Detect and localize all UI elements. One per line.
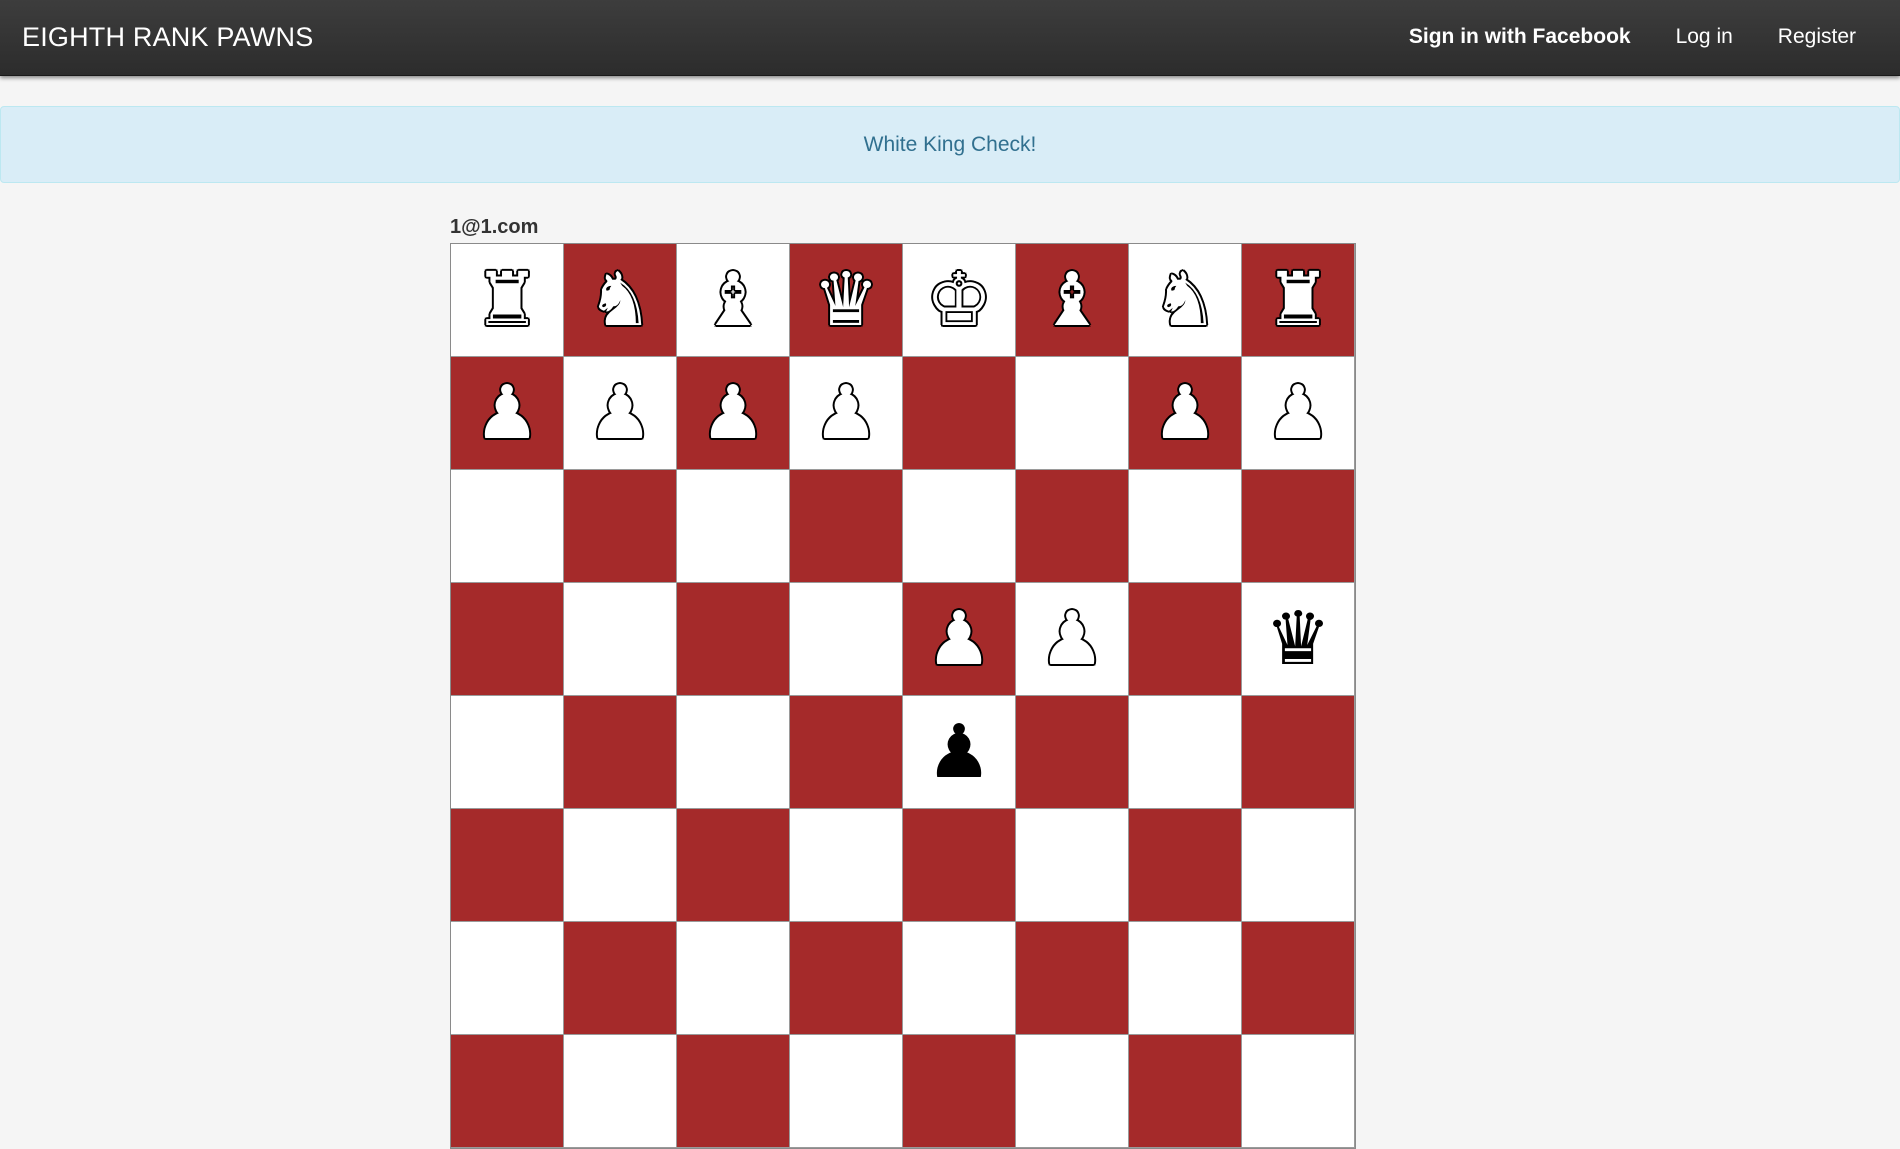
board-square[interactable]	[677, 470, 790, 583]
board-square[interactable]	[1242, 1035, 1355, 1148]
white-rook-piece[interactable]: ♜	[474, 263, 540, 337]
board-square[interactable]	[903, 1035, 1016, 1148]
board-square[interactable]: ♛	[790, 244, 903, 357]
white-bishop-piece[interactable]: ♝	[1039, 263, 1105, 337]
white-pawn-piece[interactable]: ♟	[1152, 376, 1218, 450]
board-square[interactable]	[903, 357, 1016, 470]
white-knight-piece[interactable]: ♞	[1152, 263, 1218, 337]
board-square[interactable]	[1016, 922, 1129, 1035]
white-knight-piece[interactable]: ♞	[587, 263, 653, 337]
brand-link[interactable]: EIGHTH RANK PAWNS	[22, 22, 313, 53]
board-square[interactable]	[1016, 809, 1129, 922]
board-square[interactable]	[564, 922, 677, 1035]
board-square[interactable]	[677, 583, 790, 696]
board-square[interactable]: ♟	[903, 696, 1016, 809]
board-square[interactable]	[564, 1035, 677, 1148]
board-square[interactable]	[1242, 922, 1355, 1035]
board-square[interactable]	[564, 470, 677, 583]
alert-message: White King Check!	[863, 132, 1037, 156]
board-square[interactable]	[1129, 1035, 1242, 1148]
board-square[interactable]	[451, 1035, 564, 1148]
board-square[interactable]: ♟	[677, 357, 790, 470]
board-square[interactable]: ♟	[1242, 357, 1355, 470]
board-square[interactable]	[903, 922, 1016, 1035]
login-link[interactable]: Log in	[1676, 25, 1733, 49]
board-square[interactable]	[1242, 696, 1355, 809]
white-pawn-piece[interactable]: ♟	[474, 376, 540, 450]
board-square[interactable]: ♞	[1129, 244, 1242, 357]
board-square[interactable]: ♜	[1242, 244, 1355, 357]
board-square[interactable]: ♚	[903, 244, 1016, 357]
board-square[interactable]	[790, 583, 903, 696]
board-square[interactable]	[1016, 470, 1129, 583]
board-square[interactable]	[1016, 357, 1129, 470]
register-link[interactable]: Register	[1778, 25, 1856, 49]
top-navbar: EIGHTH RANK PAWNS Sign in with Facebook …	[0, 0, 1900, 76]
white-pawn-piece[interactable]: ♟	[587, 376, 653, 450]
board-square[interactable]	[1129, 922, 1242, 1035]
white-queen-piece[interactable]: ♛	[813, 263, 879, 337]
check-alert: White King Check!	[0, 106, 1900, 183]
board-square[interactable]	[790, 696, 903, 809]
black-pawn-piece[interactable]: ♟	[926, 715, 992, 789]
board-square[interactable]	[903, 470, 1016, 583]
board-square[interactable]: ♝	[1016, 244, 1129, 357]
white-pawn-piece[interactable]: ♟	[1039, 602, 1105, 676]
board-square[interactable]	[451, 470, 564, 583]
board-square[interactable]	[1129, 583, 1242, 696]
board-square[interactable]	[451, 696, 564, 809]
board-square[interactable]	[451, 922, 564, 1035]
board-square[interactable]	[1129, 696, 1242, 809]
white-bishop-piece[interactable]: ♝	[700, 263, 766, 337]
board-square[interactable]	[677, 809, 790, 922]
facebook-signin-link[interactable]: Sign in with Facebook	[1409, 25, 1631, 49]
white-king-piece[interactable]: ♚	[926, 263, 992, 337]
nav-links: Sign in with Facebook Log in Register	[1409, 25, 1856, 49]
board-square[interactable]: ♞	[564, 244, 677, 357]
board-square[interactable]	[451, 583, 564, 696]
board-square[interactable]	[677, 1035, 790, 1148]
white-rook-piece[interactable]: ♜	[1265, 263, 1331, 337]
board-square[interactable]	[903, 809, 1016, 922]
white-pawn-piece[interactable]: ♟	[700, 376, 766, 450]
board-square[interactable]	[1129, 809, 1242, 922]
board-square[interactable]	[1016, 696, 1129, 809]
board-square[interactable]	[451, 809, 564, 922]
board-square[interactable]: ♟	[790, 357, 903, 470]
board-square[interactable]	[790, 809, 903, 922]
board-square[interactable]: ♟	[451, 357, 564, 470]
board-square[interactable]: ♟	[1016, 583, 1129, 696]
board-square[interactable]: ♛	[1242, 583, 1355, 696]
white-pawn-piece[interactable]: ♟	[1265, 376, 1331, 450]
board-square[interactable]	[1129, 470, 1242, 583]
board-square[interactable]	[1242, 809, 1355, 922]
white-pawn-piece[interactable]: ♟	[813, 376, 879, 450]
board-square[interactable]	[564, 696, 677, 809]
board-square[interactable]	[677, 922, 790, 1035]
board-square[interactable]: ♟	[903, 583, 1016, 696]
board-square[interactable]: ♟	[1129, 357, 1242, 470]
board-square[interactable]	[564, 583, 677, 696]
board-square[interactable]	[677, 696, 790, 809]
board-square[interactable]	[1016, 1035, 1129, 1148]
white-pawn-piece[interactable]: ♟	[926, 602, 992, 676]
player-name: 1@1.com	[450, 216, 539, 238]
board-square[interactable]	[790, 922, 903, 1035]
chess-board: ♜ ♞ ♝ ♛ ♚ ♝ ♞ ♜ ♟ ♟ ♟ ♟ ♟ ♟ ♟ ♟ ♛ ♟	[450, 243, 1356, 1149]
board-square[interactable]	[790, 1035, 903, 1148]
black-queen-piece[interactable]: ♛	[1265, 602, 1331, 676]
board-square[interactable]: ♝	[677, 244, 790, 357]
board-square[interactable]: ♟	[564, 357, 677, 470]
board-square[interactable]	[564, 809, 677, 922]
board-square[interactable]: ♜	[451, 244, 564, 357]
board-square[interactable]	[1242, 470, 1355, 583]
board-square[interactable]	[790, 470, 903, 583]
